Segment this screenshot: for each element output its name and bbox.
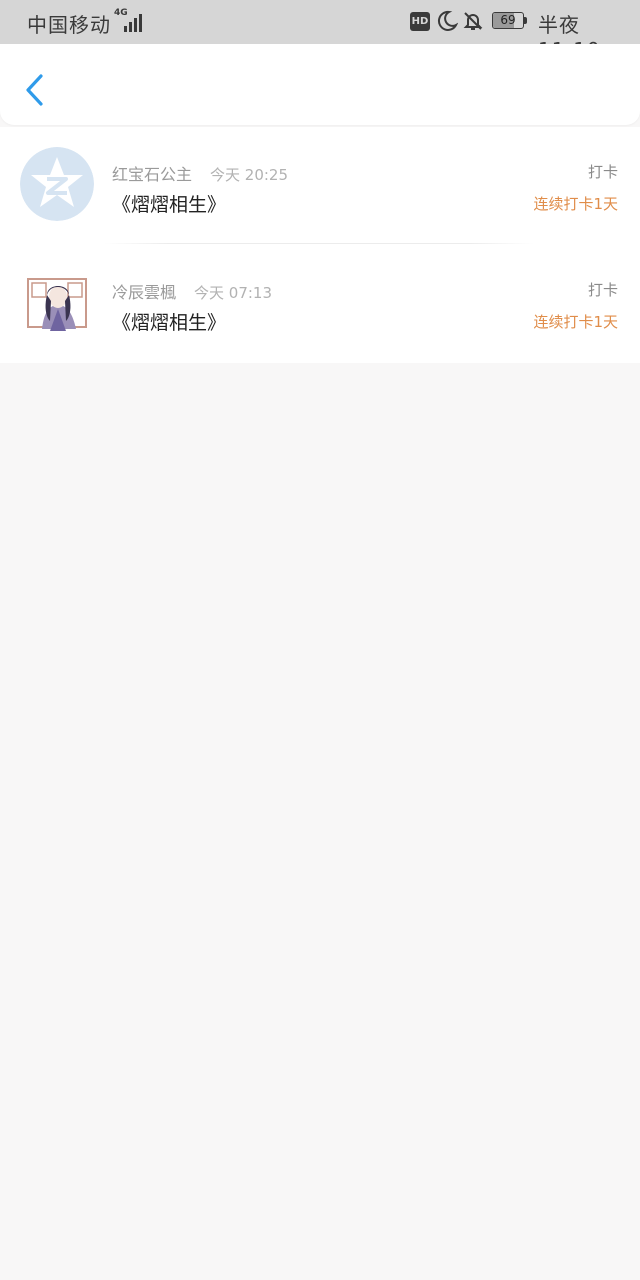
post-time: 今天 07:13	[194, 284, 273, 302]
user-name[interactable]: 冷辰雲楓	[112, 283, 176, 302]
list-item[interactable]: 冷辰雲楓 今天 07:13 《熠熠相生》 打卡 连续打卡1天	[0, 245, 640, 363]
status-bar: 中国移动 4G HD 69 半夜11:10	[0, 0, 640, 62]
book-title[interactable]: 《熠熠相生》	[112, 190, 226, 217]
name-line: 冷辰雲楓 今天 07:13	[112, 279, 272, 303]
signal-icon	[124, 12, 146, 32]
divider	[104, 243, 534, 244]
back-button[interactable]	[18, 70, 52, 110]
chevron-left-icon	[26, 74, 43, 106]
qzone-avatar-icon	[20, 147, 94, 221]
moon-icon	[437, 10, 458, 31]
streak-label: 连续打卡1天	[533, 195, 618, 213]
user-name[interactable]: 红宝石公主	[112, 165, 192, 184]
checkin-label: 打卡	[587, 281, 618, 299]
battery-tip	[524, 17, 527, 24]
list-item[interactable]: 红宝石公主 今天 20:25 《熠熠相生》 打卡 连续打卡1天	[0, 127, 640, 245]
bell-off-icon	[463, 12, 483, 30]
character-avatar-icon	[20, 265, 94, 339]
book-title[interactable]: 《熠熠相生》	[112, 308, 226, 335]
checkin-list: 红宝石公主 今天 20:25 《熠熠相生》 打卡 连续打卡1天 冷辰雲楓 今天 07…	[0, 127, 640, 363]
battery-percent: 69	[500, 13, 516, 27]
avatar[interactable]	[20, 265, 94, 339]
checkin-label: 打卡	[587, 163, 618, 181]
streak-label: 连续打卡1天	[533, 313, 618, 331]
nav-bar	[0, 44, 640, 125]
name-line: 红宝石公主 今天 20:25	[112, 161, 288, 185]
hd-icon: HD	[410, 12, 430, 31]
avatar[interactable]	[20, 147, 94, 221]
post-time: 今天 20:25	[210, 166, 289, 184]
battery-icon: 69	[492, 12, 524, 29]
carrier-name: 中国移动	[27, 13, 111, 37]
